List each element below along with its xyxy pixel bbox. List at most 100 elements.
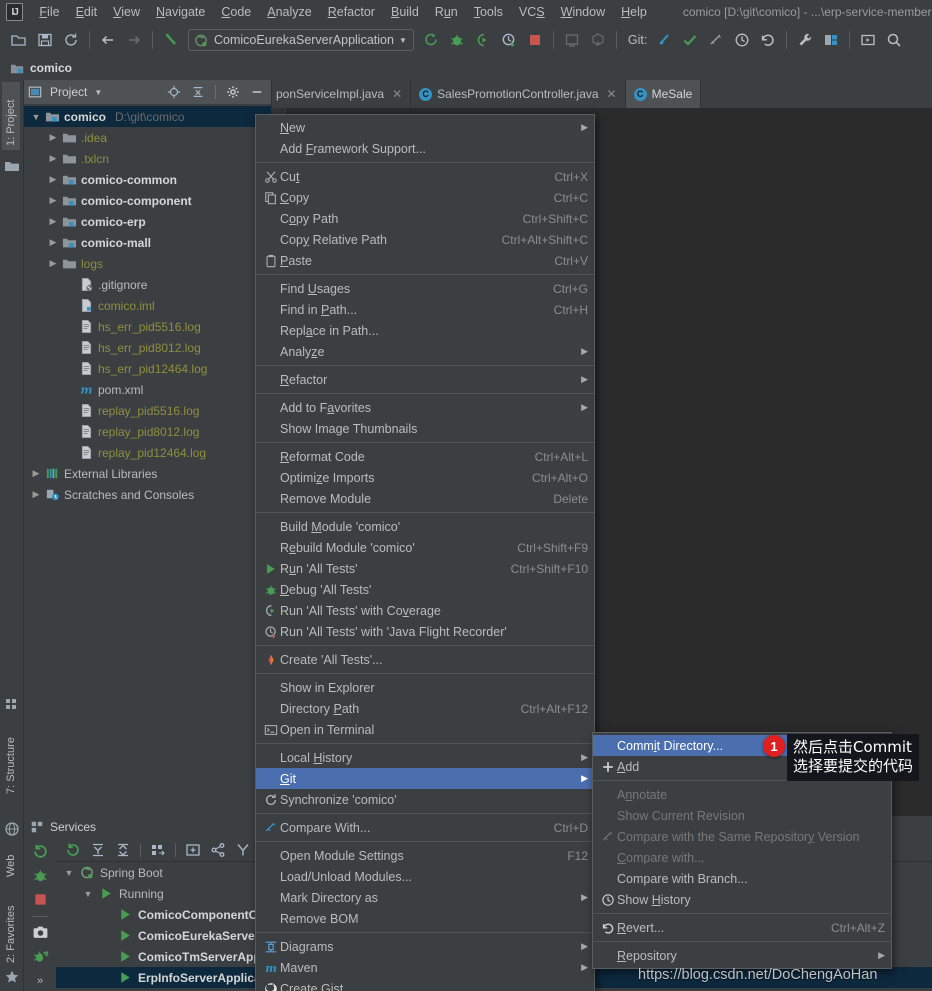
chevron-right-icon[interactable]: ▶ [47, 195, 59, 206]
close-icon[interactable]: ✕ [607, 87, 617, 101]
menu-item-git[interactable]: Git ▶ [256, 768, 594, 789]
project-structure-icon[interactable] [818, 28, 844, 52]
menu-item-create-gist[interactable]: Create Gist... [256, 978, 594, 991]
camera-icon[interactable] [29, 922, 51, 942]
menu-item-compare-with[interactable]: Compare With... Ctrl+D [256, 817, 594, 838]
group-icon[interactable] [147, 840, 169, 860]
tree-row[interactable]: m pom.xml [24, 379, 271, 400]
editor-tab-mesales[interactable]: C MeSale [625, 80, 702, 108]
menu-item-copy-relative-path[interactable]: Copy Relative Path Ctrl+Alt+Shift+C [256, 229, 594, 250]
chevron-right-icon[interactable]: ▶ [47, 237, 59, 248]
settings-gear-icon[interactable] [223, 82, 243, 102]
run-icon[interactable] [418, 28, 444, 52]
chevron-down-icon[interactable]: ▼ [62, 868, 76, 878]
tree-row[interactable]: replay_pid5516.log [24, 400, 271, 421]
menu-item-diagrams[interactable]: Diagrams ▶ [256, 936, 594, 957]
tree-row[interactable]: hs_err_pid12464.log [24, 358, 271, 379]
chevron-right-icon[interactable]: ▶ [47, 174, 59, 185]
menu-item-replace-in-path[interactable]: Replace in Path... [256, 320, 594, 341]
menu-item-optimize-imports[interactable]: Optimize Imports Ctrl+Alt+O [256, 467, 594, 488]
menu-item-directory-path[interactable]: Directory Path Ctrl+Alt+F12 [256, 698, 594, 719]
menu-item-debug-all-tests[interactable]: Debug 'All Tests' [256, 579, 594, 600]
rerun-green-icon[interactable] [29, 841, 51, 861]
run-configuration-selector[interactable]: ComicoEurekaServerApplication ▼ [188, 29, 414, 51]
rollback-icon[interactable] [755, 28, 781, 52]
more-options-icon[interactable]: » [29, 971, 51, 991]
menu-item-copy[interactable]: Copy Ctrl+C [256, 187, 594, 208]
chevron-right-icon[interactable]: ▶ [47, 153, 59, 164]
update-project-icon[interactable] [651, 28, 677, 52]
tree-row[interactable]: ▶ Scratches and Consoles [24, 484, 271, 505]
commit-checkmark-icon[interactable] [677, 28, 703, 52]
menu-help[interactable]: Help [613, 3, 655, 21]
chevron-right-icon[interactable]: ▶ [30, 489, 42, 500]
menu-item-copy-path[interactable]: Copy Path Ctrl+Shift+C [256, 208, 594, 229]
menu-item-load-unload-modules[interactable]: Load/Unload Modules... [256, 866, 594, 887]
open-project-icon[interactable] [6, 28, 32, 52]
breadcrumb-project[interactable]: comico [30, 61, 72, 75]
collapse-all-icon[interactable] [188, 82, 208, 102]
tree-row[interactable]: ▶ comico-component [24, 190, 271, 211]
menu-item-repository[interactable]: Repository ▶ [593, 945, 891, 966]
debug-attach-icon[interactable] [29, 947, 51, 967]
menu-file[interactable]: File [31, 3, 67, 21]
menu-item-cut[interactable]: Cut Ctrl+X [256, 166, 594, 187]
editor-tab-salespromotioncontroller[interactable]: C SalesPromotionController.java ✕ [411, 80, 626, 108]
menu-navigate[interactable]: Navigate [148, 3, 213, 21]
share-icon[interactable] [207, 840, 229, 860]
menu-item-run-all-tests[interactable]: Run 'All Tests' Ctrl+Shift+F10 [256, 558, 594, 579]
menu-item-paste[interactable]: Paste Ctrl+V [256, 250, 594, 271]
tree-row[interactable]: .gitignore [24, 274, 271, 295]
menu-item-rebuild-module-comico[interactable]: Rebuild Module 'comico' Ctrl+Shift+F9 [256, 537, 594, 558]
tree-row[interactable]: comico.iml [24, 295, 271, 316]
tree-row[interactable]: ▶ .txlcn [24, 148, 271, 169]
expand-all-icon[interactable] [87, 840, 109, 860]
tree-row[interactable]: hs_err_pid8012.log [24, 337, 271, 358]
menu-item-run-all-tests-with-java-flight-recorder[interactable]: Run 'All Tests' with 'Java Flight Record… [256, 621, 594, 642]
menu-item-add-to-favorites[interactable]: Add to Favorites ▶ [256, 397, 594, 418]
menu-item-show-in-explorer[interactable]: Show in Explorer [256, 677, 594, 698]
menu-item-run-all-tests-with-coverage[interactable]: Run 'All Tests' with Coverage [256, 600, 594, 621]
tree-row[interactable]: ▶ .idea [24, 127, 271, 148]
stop-red-icon[interactable] [29, 889, 51, 909]
sidebar-item-structure[interactable]: 7: Structure [2, 720, 20, 798]
chevron-right-icon[interactable]: ▶ [47, 216, 59, 227]
build-hammer-icon[interactable] [158, 28, 184, 52]
stop-icon[interactable] [522, 28, 548, 52]
menu-code[interactable]: Code [213, 3, 259, 21]
menu-item-local-history[interactable]: Local History ▶ [256, 747, 594, 768]
tree-row[interactable]: ▶ External Libraries [24, 463, 271, 484]
collapse-all-icon[interactable] [112, 840, 134, 860]
tree-row[interactable]: replay_pid12464.log [24, 442, 271, 463]
menu-item-reformat-code[interactable]: Reformat Code Ctrl+Alt+L [256, 446, 594, 467]
attach-debugger-icon[interactable] [559, 28, 585, 52]
menu-item-synchronize-comico[interactable]: Synchronize 'comico' [256, 789, 594, 810]
sidebar-item-project[interactable]: 1: Project [2, 82, 20, 150]
update-module-icon[interactable] [585, 28, 611, 52]
profile-icon[interactable] [496, 28, 522, 52]
menu-item-revert[interactable]: Revert... Ctrl+Alt+Z [593, 917, 891, 938]
tree-row[interactable]: replay_pid8012.log [24, 421, 271, 442]
editor-tab-ponserviceimpl[interactable]: ponServiceImpl.java ✕ [272, 80, 412, 108]
sidebar-item-favorites[interactable]: 2: Favorites [2, 894, 20, 966]
tree-row[interactable]: ▼ comico D:\git\comico [24, 106, 271, 127]
add-tab-icon[interactable] [182, 840, 204, 860]
menu-item-open-module-settings[interactable]: Open Module Settings F12 [256, 845, 594, 866]
menu-item-mark-directory-as[interactable]: Mark Directory as ▶ [256, 887, 594, 908]
run-with-coverage-icon[interactable] [470, 28, 496, 52]
menu-item-remove-module[interactable]: Remove Module Delete [256, 488, 594, 509]
menu-item-open-in-terminal[interactable]: Open in Terminal [256, 719, 594, 740]
chevron-right-icon[interactable]: ▶ [30, 468, 42, 479]
tree-row[interactable]: ▶ comico-common [24, 169, 271, 190]
menu-item-find-in-path[interactable]: Find in Path... Ctrl+H [256, 299, 594, 320]
preview-icon[interactable] [855, 28, 881, 52]
tree-row[interactable]: ▶ comico-erp [24, 211, 271, 232]
menu-item-create-all-tests[interactable]: Create 'All Tests'... [256, 649, 594, 670]
menu-window[interactable]: Window [553, 3, 613, 21]
settings-wrench-icon[interactable] [792, 28, 818, 52]
menu-item-compare-with-branch[interactable]: Compare with Branch... [593, 868, 891, 889]
search-everywhere-icon[interactable] [881, 28, 907, 52]
tree-row[interactable]: hs_err_pid5516.log [24, 316, 271, 337]
menu-edit[interactable]: Edit [68, 3, 106, 21]
chevron-down-icon[interactable]: ▼ [94, 88, 102, 97]
